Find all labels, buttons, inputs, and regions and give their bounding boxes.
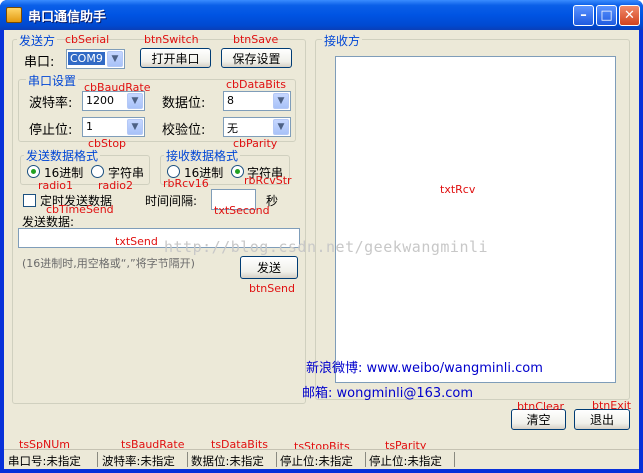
minimize-icon: – [580, 8, 587, 23]
weibo-text: 新浪微博: www.weibo/wangminli.com [306, 361, 543, 376]
status-separator [187, 452, 188, 467]
annotation-txtSend: txtSend [115, 235, 158, 248]
status-port: 串口号:未指定 [8, 454, 81, 468]
status-separator [454, 452, 455, 467]
status-parity: 停止位:未指定 [369, 454, 442, 468]
recv-group-title: 接收方 [322, 32, 363, 49]
status-separator [276, 452, 277, 467]
chevron-down-icon[interactable]: ▼ [273, 93, 289, 109]
annotation-cbBaudRate: cbBaudRate [84, 81, 151, 94]
baud-label: 波特率: [29, 96, 73, 111]
port-value: COM9 [68, 52, 105, 65]
status-baud: 波特率:未指定 [102, 454, 175, 468]
send-data-hint: (16进制时,用空格或“,”将字节隔开) [22, 257, 195, 270]
open-port-button[interactable]: 打开串口 [140, 48, 211, 68]
chevron-down-icon[interactable]: ▼ [127, 93, 143, 109]
databits-value: 8 [227, 94, 234, 107]
stopbits-select[interactable]: 1 ▼ [82, 117, 145, 137]
status-databits: 数据位:未指定 [191, 454, 264, 468]
status-bar: 串口号:未指定 波特率:未指定 数据位:未指定 停止位:未指定 停止位:未指定 [4, 449, 639, 469]
close-button[interactable]: ✕ [619, 5, 640, 26]
annotation-cbTimeSend: cbTimeSend [46, 203, 114, 216]
window-title: 串口通信助手 [28, 10, 107, 25]
recv-string-radio[interactable] [231, 165, 244, 178]
send-button[interactable]: 发送 [240, 256, 298, 279]
recv-format-title: 接收数据格式 [164, 147, 241, 164]
port-label: 串口: [24, 55, 55, 70]
save-settings-button[interactable]: 保存设置 [221, 48, 292, 68]
annotation-txtRcv: txtRcv [440, 183, 476, 196]
chevron-down-icon[interactable]: ▼ [127, 119, 143, 135]
databits-label: 数据位: [162, 96, 206, 111]
send-hex-radio[interactable] [27, 165, 40, 178]
serial-settings-title: 串口设置 [26, 72, 79, 89]
close-icon: ✕ [624, 8, 635, 23]
app-icon [6, 7, 22, 23]
port-select[interactable]: COM9 ▼ [66, 49, 125, 69]
annotation-cbStop: cbStop [88, 137, 127, 150]
annotation-cbDataBits: cbDataBits [226, 78, 286, 91]
send-string-radio[interactable] [91, 165, 104, 178]
annotation-btnExit: btnExit [592, 399, 632, 412]
client-area: 发送方 串口: COM9 ▼ 打开串口 保存设置 串口设置 波特率: 1200 … [4, 30, 639, 469]
baud-value: 1200 [86, 94, 114, 107]
exit-button[interactable]: 退出 [574, 409, 630, 430]
annotation-cbParity: cbParity [233, 137, 278, 150]
annotation-radio2: radio2 [98, 179, 134, 192]
annotation-btnSave: btnSave [233, 33, 279, 46]
parity-label: 校验位: [162, 123, 206, 138]
annotation-radio1: radio1 [38, 179, 74, 192]
stopbits-value: 1 [86, 120, 93, 133]
annotation-btnSend: btnSend [249, 282, 295, 295]
receive-textarea[interactable] [335, 56, 616, 383]
email-text: 邮箱: wongminli@163.com [302, 386, 474, 401]
status-separator [97, 452, 98, 467]
maximize-icon: □ [600, 8, 613, 23]
parity-value: 无 [227, 122, 238, 135]
annotation-txtSecond: txtSecond [214, 204, 270, 217]
annotation-btnClear: btnClear [517, 400, 565, 413]
stopbits-label: 停止位: [29, 123, 73, 138]
annotation-rbRcvStr: rbRcvStr [244, 174, 292, 187]
interval-label: 时间间隔: [145, 194, 198, 208]
parity-select[interactable]: 无 ▼ [223, 117, 291, 137]
minimize-button[interactable]: – [573, 5, 594, 26]
status-stopbits: 停止位:未指定 [280, 454, 353, 468]
status-separator [365, 452, 366, 467]
watermark-text: http://blog.csdn.net/geekwangminli [164, 238, 489, 256]
annotation-cbSerial: cbSerial [65, 33, 110, 46]
annotation-btnSwitch: btnSwitch [144, 33, 199, 46]
baud-select[interactable]: 1200 ▼ [82, 91, 145, 111]
databits-select[interactable]: 8 ▼ [223, 91, 291, 111]
app-window: 串口通信助手 – □ ✕ 发送方 串口: COM9 ▼ 打开串口 保存设置 串口… [0, 0, 643, 473]
chevron-down-icon[interactable]: ▼ [273, 119, 289, 135]
timed-send-checkbox[interactable] [23, 194, 36, 207]
annotation-rbRcv16: rbRcv16 [163, 177, 209, 190]
chevron-down-icon[interactable]: ▼ [107, 51, 123, 67]
maximize-button[interactable]: □ [596, 5, 617, 26]
title-bar[interactable]: 串口通信助手 – □ ✕ [0, 0, 643, 30]
send-group-title: 发送方 [17, 32, 58, 49]
